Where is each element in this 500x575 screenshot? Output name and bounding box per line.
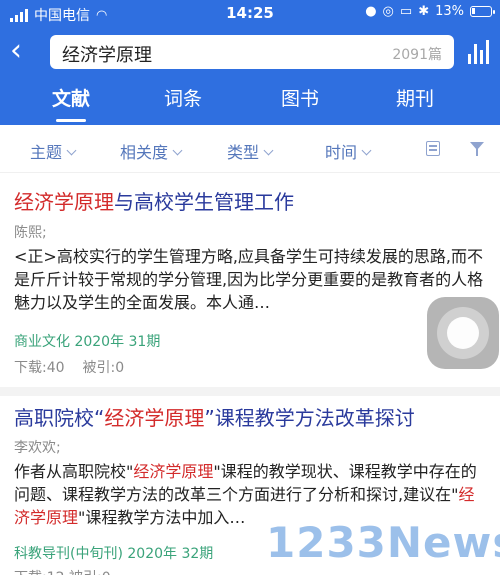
filter-topic[interactable]: 主题 <box>30 139 77 163</box>
filter-relevance-label: 相关度 <box>120 143 169 162</box>
chevron-down-icon <box>361 145 372 156</box>
result-item[interactable]: 经济学原理与高校学生管理工作 陈熙; <正>高校实行的学生管理方略,应具备学生可… <box>0 174 500 388</box>
title-text: 与高校学生管理工作 <box>114 190 294 214</box>
filter-relevance[interactable]: 相关度 <box>120 139 183 163</box>
cite-count: 被引:0 <box>82 360 125 376</box>
filter-type-label: 类型 <box>227 143 260 162</box>
filter-funnel-icon[interactable] <box>470 142 484 156</box>
status-bar: 中国电信 ◠ 14:25 ● ◎ ▭ ✱ 13% <box>0 0 500 26</box>
abstract-keyword: 经济学原理 <box>133 462 214 481</box>
title-text: ”课程教学方法改革探讨 <box>204 406 415 430</box>
search-query: 经济学原理 <box>62 45 152 66</box>
title-text: 高职院校“ <box>14 406 105 430</box>
battery-percent: 13% <box>435 4 464 19</box>
chevron-down-icon <box>172 145 183 156</box>
filter-time-label: 时间 <box>325 143 358 162</box>
tab-journals[interactable]: 期刊 <box>360 84 470 111</box>
result-source[interactable]: 科教导刊(中旬刊) 2020年 32期 <box>14 543 213 563</box>
search-input[interactable]: 经济学原理 2091篇 <box>50 35 454 69</box>
list-view-icon[interactable] <box>426 141 440 156</box>
screen-icon: ▭ <box>399 4 413 19</box>
assistive-touch-button[interactable] <box>427 297 499 369</box>
divider <box>0 387 500 396</box>
stats-chart-icon[interactable] <box>468 40 490 64</box>
tab-books[interactable]: 图书 <box>245 84 355 111</box>
back-icon[interactable]: ‹ <box>10 34 34 68</box>
result-meta: 下载:40 被引:0 <box>14 357 142 377</box>
title-keyword: 经济学原理 <box>104 406 205 430</box>
assistive-dot <box>447 317 479 349</box>
result-source[interactable]: 商业文化 2020年 31期 <box>14 331 160 351</box>
category-tabs: 文献 词条 图书 期刊 <box>0 84 500 125</box>
result-count: 2091篇 <box>392 47 442 63</box>
alarm-icon: ◎ <box>382 4 394 19</box>
title-keyword: 经济学原理 <box>14 190 114 214</box>
tab-entries[interactable]: 词条 <box>128 84 238 111</box>
result-meta: 下载:12 被引:0 <box>14 567 111 575</box>
tab-literature[interactable]: 文献 <box>16 84 126 111</box>
abstract-text: "课程教学方法中加入… <box>78 508 246 527</box>
filter-topic-label: 主题 <box>30 143 63 162</box>
bluetooth-icon: ✱ <box>418 4 430 19</box>
result-title[interactable]: 经济学原理与高校学生管理工作 <box>14 186 294 215</box>
result-abstract: <正>高校实行的学生管理方略,应具备学生可持续发展的思路,而不是斤斤计较于常规的… <box>14 247 484 312</box>
filter-time[interactable]: 时间 <box>325 139 372 163</box>
search-row: ‹ 经济学原理 2091篇 <box>0 30 500 74</box>
download-count: 下载:40 <box>14 360 65 376</box>
battery-icon <box>470 6 495 17</box>
result-author[interactable]: 陈熙; <box>14 222 47 242</box>
filter-type[interactable]: 类型 <box>227 139 274 163</box>
result-title[interactable]: 高职院校“经济学原理”课程教学方法改革探讨 <box>14 402 415 431</box>
lock-icon: ● <box>365 4 377 19</box>
app-header: 中国电信 ◠ 14:25 ● ◎ ▭ ✱ 13% ‹ 经济学原理 2091篇 文… <box>0 0 500 125</box>
chevron-down-icon <box>66 145 77 156</box>
watermark: 1233News <box>266 518 500 567</box>
chevron-down-icon <box>263 145 274 156</box>
abstract-text: 作者从高职院校" <box>14 462 134 481</box>
active-tab-indicator <box>56 119 86 122</box>
result-author[interactable]: 李欢欢; <box>14 437 61 457</box>
filter-bar: 主题 相关度 类型 时间 <box>0 125 500 173</box>
